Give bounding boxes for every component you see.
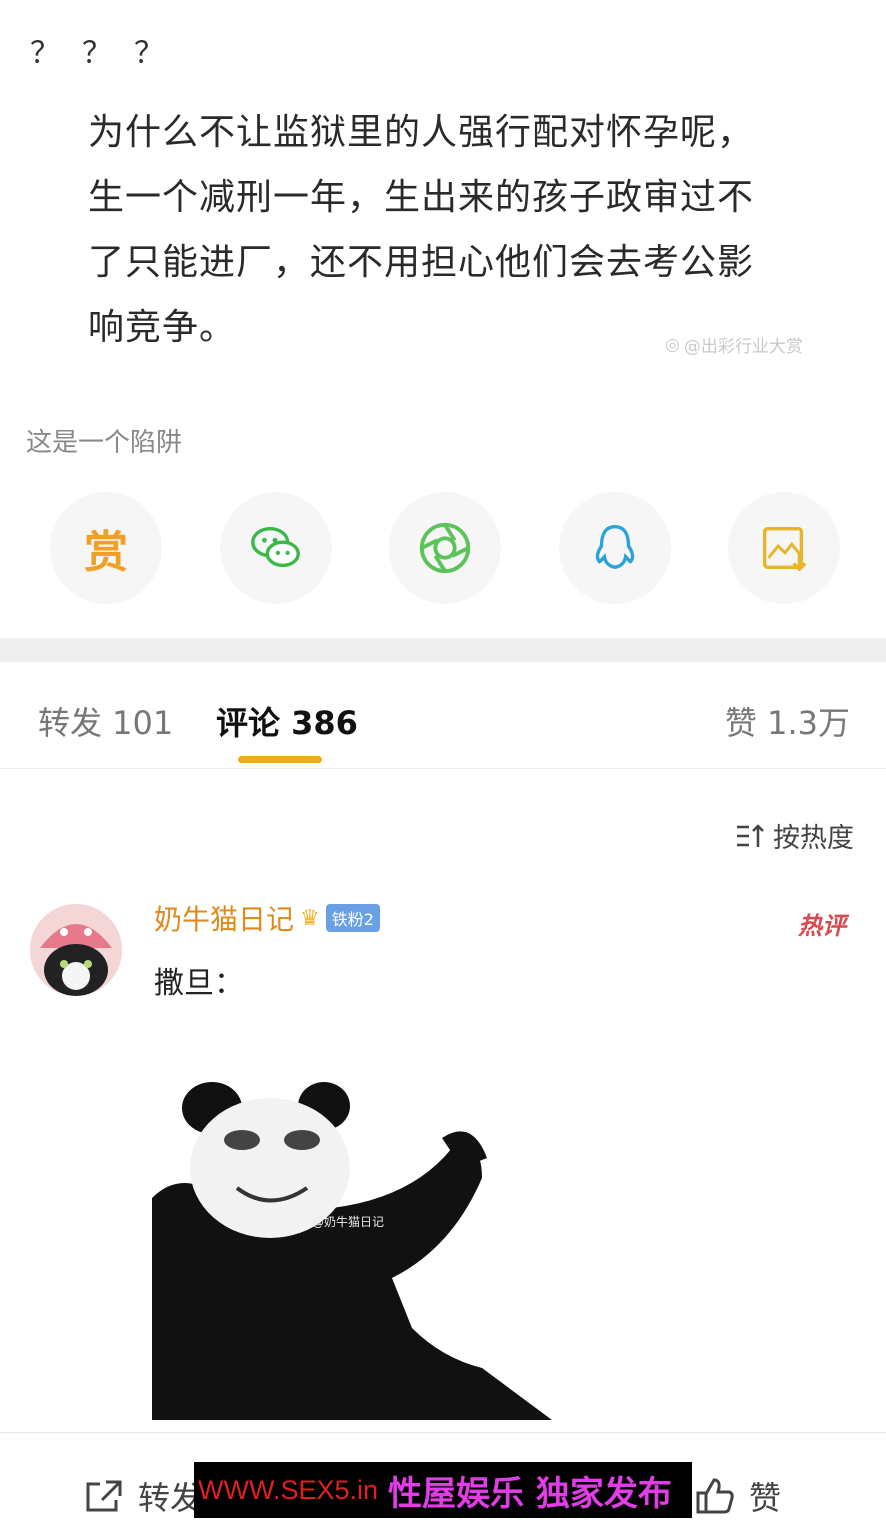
comment-username[interactable]: 奶牛猫日记 ♛ 铁粉2 xyxy=(154,898,380,938)
wechat-icon xyxy=(250,526,300,568)
promo-url: WWW.SEX5.in xyxy=(198,1474,379,1505)
moments-share-button[interactable] xyxy=(389,492,501,604)
sort-label: 按热度 xyxy=(773,823,854,854)
crown-icon: ♛ xyxy=(300,905,320,931)
promo-text: 性屋娱乐 独家发布 xyxy=(388,1473,672,1514)
tab-bar: 转发 101 评论 386 赞 1.3万 xyxy=(0,662,886,769)
weibo-icon: ◎ xyxy=(665,334,680,355)
tab-likes[interactable]: 赞 1.3万 xyxy=(725,698,850,744)
image-watermark: @奶牛猫日记 xyxy=(312,1215,385,1229)
qq-share-button[interactable] xyxy=(558,492,671,604)
repost-button[interactable]: 转发 xyxy=(84,1473,202,1519)
tab-repost[interactable]: 转发 101 xyxy=(38,698,173,744)
save-image-icon xyxy=(762,526,807,572)
share-arrow-icon xyxy=(86,1480,122,1512)
qq-icon xyxy=(595,525,634,570)
tab-comments[interactable]: 评论 386 xyxy=(216,698,358,744)
sort-icon xyxy=(737,823,764,847)
wechat-share-button[interactable] xyxy=(219,492,332,604)
like-button[interactable]: 赞 xyxy=(695,1473,781,1519)
weibo-watermark: ◎ @出彩行业大赏 xyxy=(665,334,803,358)
sort-button[interactable]: 按热度 xyxy=(735,816,854,855)
reward-button[interactable]: 赏 xyxy=(50,492,162,604)
reward-icon: 赏 xyxy=(84,527,128,578)
moments-icon xyxy=(419,522,471,574)
post-caption: 这是一个陷阱 xyxy=(26,428,183,458)
thumbs-up-icon xyxy=(696,1478,734,1514)
active-tab-indicator xyxy=(238,756,322,763)
section-divider xyxy=(0,638,886,662)
panda-meme-image xyxy=(152,1078,554,1420)
cat-avatar-image xyxy=(30,904,122,996)
save-image-button[interactable] xyxy=(728,492,840,604)
question-marks: ？？？ xyxy=(30,36,186,71)
promo-banner[interactable]: WWW.SEX5.in 性屋娱乐 独家发布 xyxy=(194,1462,692,1518)
post-line: 了只能进厂，还不用担心他们会去考公影 xyxy=(88,242,755,283)
comment-image[interactable]: @奶牛猫日记 xyxy=(152,1078,554,1420)
post-line: 生一个减刑一年，生出来的孩子政审过不 xyxy=(88,177,755,218)
avatar[interactable] xyxy=(30,904,122,996)
post-line: 为什么不让监狱里的人强行配对怀孕呢， xyxy=(88,112,755,153)
fan-badge: 铁粉2 xyxy=(325,904,380,932)
comment-text: 撒旦： xyxy=(154,966,244,1001)
hot-comment-tag: 热评 xyxy=(798,912,846,940)
share-row: 赏 xyxy=(50,492,840,604)
post-text: 为什么不让监狱里的人强行配对怀孕呢， 生一个减刑一年，生出来的孩子政审过不 了只… xyxy=(88,100,808,360)
